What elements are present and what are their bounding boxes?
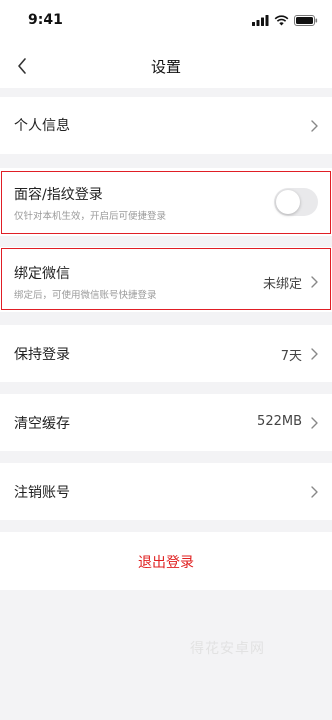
status-bar: 9:41 <box>0 0 332 44</box>
row-cancel-account[interactable]: 注销账号 <box>0 463 332 520</box>
row-value: 未绑定 <box>262 277 302 292</box>
wifi-icon <box>274 15 289 26</box>
row-keep-login[interactable]: 保持登录 7天 <box>0 325 332 382</box>
row-clear-cache[interactable]: 清空缓存 522MB <box>0 394 332 451</box>
battery-icon <box>294 15 318 26</box>
row-bind-wechat[interactable]: 绑定微信 绑定后，可使用微信账号快捷登录 未绑定 <box>0 247 332 312</box>
chevron-right-icon <box>311 348 318 360</box>
page-title: 设置 <box>150 58 181 76</box>
chevron-right-icon <box>311 417 318 429</box>
toggle-knob <box>276 190 300 214</box>
status-icons <box>252 15 318 26</box>
logout-label: 退出登录 <box>138 555 194 571</box>
row-face-login: 面容/指纹登录 仅针对本机生效，开启后可便捷登录 <box>0 168 332 236</box>
chevron-right-icon <box>311 486 318 498</box>
status-time: 9:41 <box>28 12 63 28</box>
chevron-right-icon <box>311 120 318 132</box>
row-subtitle: 仅针对本机生效，开启后可便捷登录 <box>14 211 167 222</box>
logout-button[interactable]: 退出登录 <box>0 532 332 590</box>
face-login-toggle[interactable] <box>274 188 318 216</box>
row-label: 清空缓存 <box>14 416 70 432</box>
row-label: 保持登录 <box>14 347 70 363</box>
row-subtitle: 绑定后，可使用微信账号快捷登录 <box>14 290 157 301</box>
row-label: 个人信息 <box>14 118 70 134</box>
nav-bar: 设置 <box>0 44 332 88</box>
row-personal-info[interactable]: 个人信息 <box>0 97 332 154</box>
row-label: 注销账号 <box>14 485 70 501</box>
chevron-right-icon <box>311 276 318 288</box>
watermark: 得花安卓网 <box>190 641 265 657</box>
row-value: 7天 <box>280 349 302 364</box>
row-value: 522MB <box>257 414 302 429</box>
signal-icon <box>252 15 269 26</box>
row-label: 面容/指纹登录 <box>14 187 103 203</box>
row-label: 绑定微信 <box>14 266 70 282</box>
